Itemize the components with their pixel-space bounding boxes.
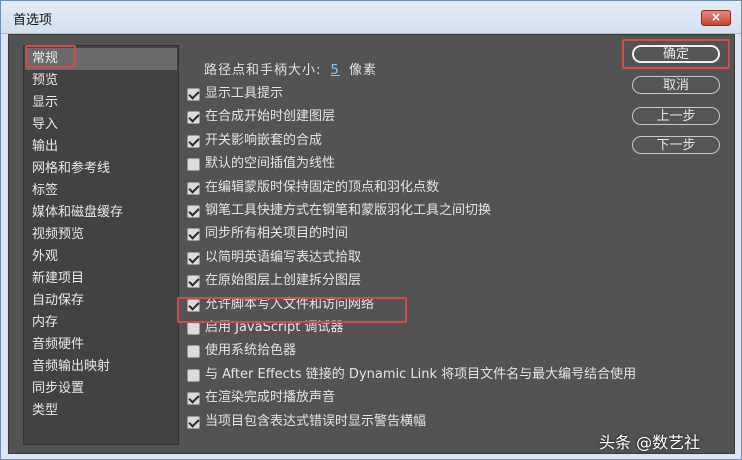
sidebar-item[interactable]: 新建项目 xyxy=(25,268,177,290)
option-checkbox[interactable] xyxy=(187,88,200,101)
sidebar-item[interactable]: 媒体和磁盘缓存 xyxy=(25,202,177,224)
path-handle-size-label: 路径点和手柄大小: xyxy=(204,63,322,78)
option-checkbox[interactable] xyxy=(187,134,200,148)
title-bar: 首选项 × xyxy=(1,1,741,34)
option-checkbox[interactable] xyxy=(187,345,200,359)
option-checkbox[interactable] xyxy=(187,392,200,406)
option-checkbox[interactable] xyxy=(187,322,200,335)
option-label: 在渲染完成时播放声音 xyxy=(205,390,336,406)
category-sidebar: 常规 预览 显示 导入 输出 网格和参考线 标签 媒体和磁盘缓存 视频预览 外观 新建项目 自动保存内… xyxy=(23,45,179,445)
cancel-button[interactable]: 取消 xyxy=(632,76,720,94)
watermark-text: 头条 @数艺社 xyxy=(599,433,701,452)
option-checkbox[interactable] xyxy=(187,181,200,195)
dialog-title: 首选项 xyxy=(13,13,53,28)
option-checkbox[interactable] xyxy=(187,251,200,265)
sidebar-item[interactable]: 输出 xyxy=(25,136,177,158)
sidebar-item[interactable]: 网格和参考线 xyxy=(25,158,177,180)
sidebar-item[interactable]: 预览 xyxy=(25,70,177,92)
option-checkbox[interactable] xyxy=(187,205,200,218)
option-label: 在原始图层上创建拆分图层 xyxy=(205,273,362,289)
sidebar-item[interactable]: 音频输出映射 xyxy=(25,356,177,378)
ok-button-highlight xyxy=(622,39,730,69)
sidebar-item[interactable]: 同步设置 xyxy=(25,378,177,400)
option-label: 与 After Effects 链接的 Dynamic Link 将项目文件名与… xyxy=(205,366,637,382)
option-checkbox[interactable] xyxy=(187,111,200,125)
content-panel: 常规 预览 显示 导入 输出 网格和参考线 标签 媒体和磁盘缓存 视频预览 外观 新建项目 自动保存内… xyxy=(8,34,735,454)
option-label: 同步所有相关项目的时间 xyxy=(205,226,349,242)
script-option-highlight xyxy=(177,297,407,323)
option-label: 默认的空间插值为线性 xyxy=(205,156,336,172)
path-handle-size-value[interactable]: 5 xyxy=(331,63,340,78)
sidebar-item[interactable]: 自动保存 xyxy=(25,290,177,312)
option-label: 在合成开始时创建图层 xyxy=(205,109,336,125)
sidebar-item[interactable]: 视频预览 xyxy=(25,224,177,246)
sidebar-item[interactable]: 标签 xyxy=(25,180,177,202)
option-label: 钢笔工具快捷方式在钢笔和蒙版羽化工具之间切换 xyxy=(205,203,492,218)
option-checkbox[interactable] xyxy=(187,368,200,382)
option-checkbox[interactable] xyxy=(187,415,200,429)
sidebar-item[interactable]: 导入 xyxy=(25,114,177,136)
option-label: 显示工具提示 xyxy=(205,86,284,101)
option-label: 在编辑蒙版时保持固定的顶点和羽化点数 xyxy=(205,179,440,195)
sidebar-item[interactable]: 内存 xyxy=(25,312,177,334)
sidebar-item[interactable]: 音频硬件 xyxy=(25,334,177,356)
sidebar-item[interactable]: 类型 xyxy=(25,400,177,422)
path-handle-size-row: 路径点和手柄大小: 5 像素 xyxy=(204,59,377,78)
option-label: 以简明英语编写表达式拾取 xyxy=(205,249,362,265)
close-button[interactable]: × xyxy=(701,10,731,26)
selected-category-highlight xyxy=(25,45,76,68)
option-checkbox[interactable] xyxy=(187,275,200,289)
sidebar-item[interactable]: 显示 xyxy=(25,92,177,114)
preferences-dialog: 首选项 × 常规 预览 显示 导入 输出 网格和参考线 标签 媒体和磁盘缓存 视频预览 外观 新建项… xyxy=(0,0,742,460)
option-label: 使用系统拾色器 xyxy=(205,343,297,359)
option-label: 当项目包含表达式错误时显示警告横幅 xyxy=(205,413,427,429)
previous-button[interactable]: 上一步 xyxy=(632,107,720,125)
option-label: 开关影响嵌套的合成 xyxy=(205,132,323,148)
option-checkbox[interactable] xyxy=(187,228,200,242)
sidebar-item[interactable]: 外观 xyxy=(25,246,177,268)
option-checkbox[interactable] xyxy=(187,158,200,172)
next-button[interactable]: 下一步 xyxy=(632,136,720,154)
path-handle-size-unit: 像素 xyxy=(348,63,377,78)
